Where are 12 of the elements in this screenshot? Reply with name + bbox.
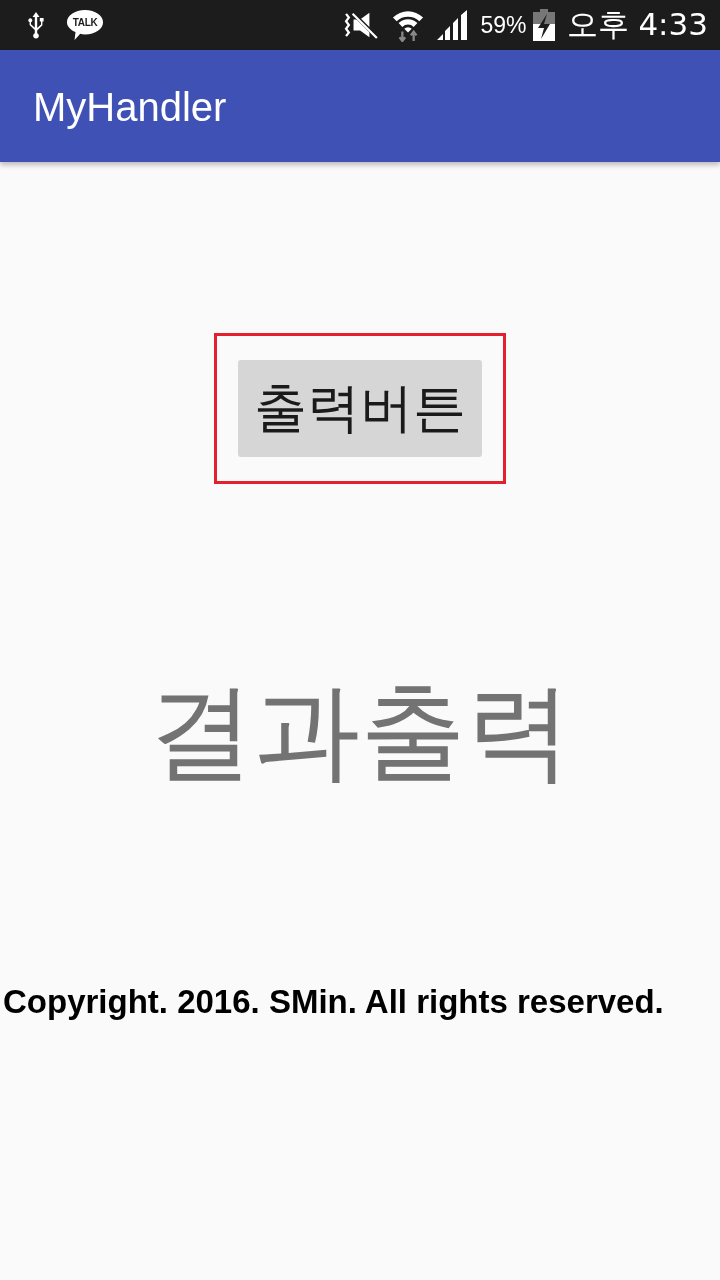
wifi-icon bbox=[392, 8, 425, 42]
signal-icon bbox=[436, 9, 469, 41]
copyright-text: Copyright. 2016. SMin. All rights reserved. bbox=[3, 983, 664, 1021]
usb-icon bbox=[26, 11, 46, 39]
app-title: MyHandler bbox=[33, 84, 227, 130]
battery-percent: 59% bbox=[480, 11, 527, 39]
battery-charging-icon bbox=[532, 9, 555, 41]
vibrate-mute-icon bbox=[342, 11, 381, 39]
output-button[interactable]: 출력버튼 bbox=[238, 360, 482, 457]
chat-bubble-icon: TALK bbox=[66, 9, 104, 41]
result-text: 결과출력 bbox=[148, 669, 572, 795]
status-time: 오후 4:33 bbox=[566, 5, 708, 44]
